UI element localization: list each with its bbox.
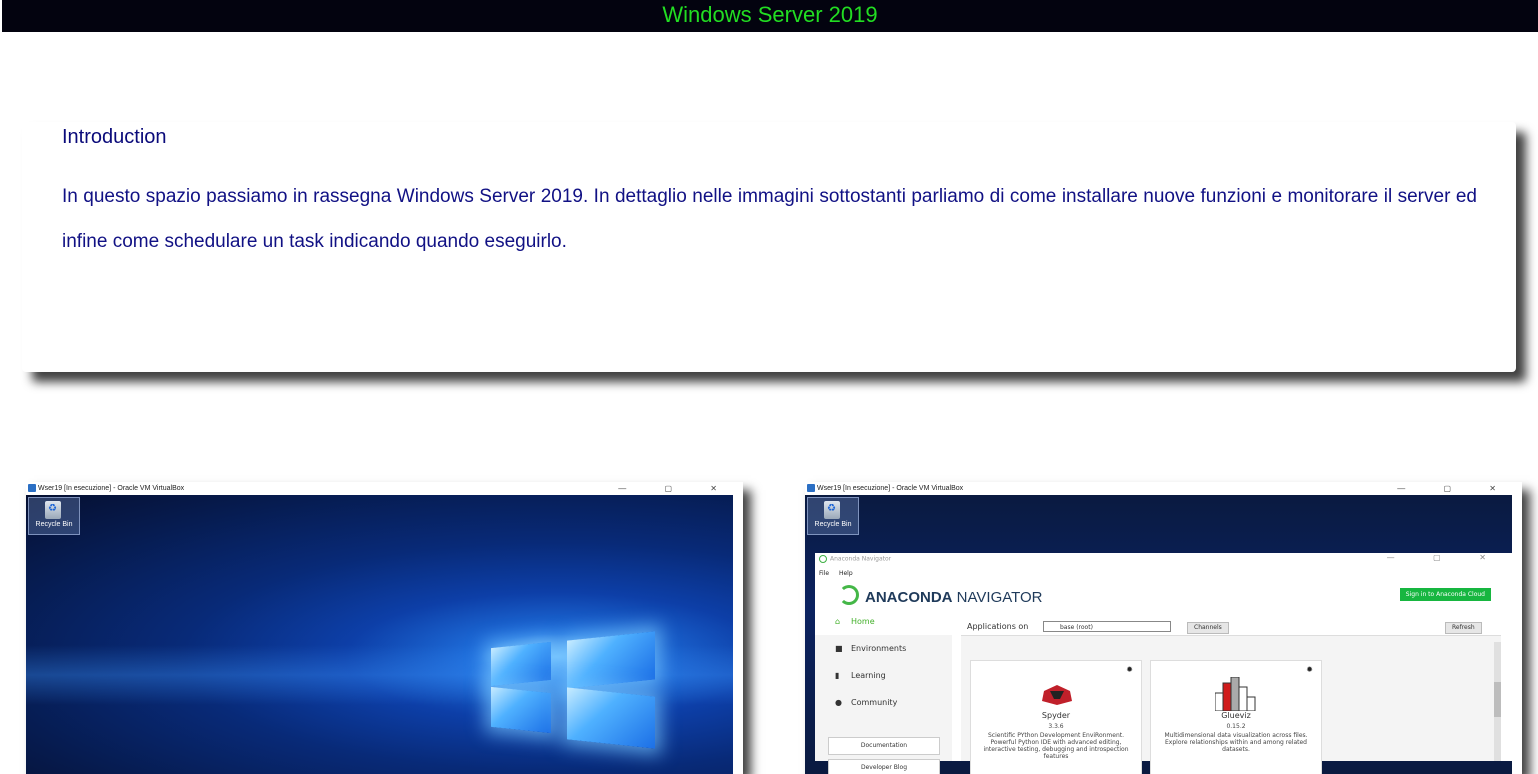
intro-heading: Introduction bbox=[62, 126, 167, 148]
sidebar: ⌂ Home ■ Environments ▮ Learning ● Community… bbox=[815, 609, 952, 774]
vm-titlebar: Wser19 [In esecuzione] - Oracle VM Virtu… bbox=[26, 482, 743, 495]
app-window-controls: — ▢ ✕ bbox=[1386, 553, 1504, 562]
vm-window-title: Wser19 [In esecuzione] - Oracle VM Virtu… bbox=[38, 485, 185, 492]
brand-rest: NAVIGATOR bbox=[956, 589, 1043, 606]
app-title: Anaconda Navigator bbox=[819, 555, 891, 563]
sidebar-item-label: Environments bbox=[851, 644, 907, 653]
window-controls: — ▢ ✕ bbox=[618, 484, 735, 493]
menu-file[interactable]: File bbox=[819, 570, 829, 577]
app-name: Glueviz bbox=[1221, 711, 1251, 720]
sidebar-item-label: Home bbox=[851, 617, 875, 626]
app-version: 3.3.6 bbox=[1048, 723, 1064, 730]
scrollbar-thumb[interactable] bbox=[1494, 682, 1501, 717]
environment-select[interactable]: base (root) bbox=[1043, 621, 1171, 632]
applications-on-label: Applications on bbox=[967, 622, 1029, 631]
recycle-bin-shortcut[interactable]: Recycle Bin bbox=[28, 497, 80, 535]
sidebar-item-community[interactable]: ● Community bbox=[815, 690, 952, 716]
window-controls: — ▢ ✕ bbox=[1397, 484, 1514, 493]
page-title: Windows Server 2019 bbox=[662, 2, 878, 27]
sidebar-item-home[interactable]: ⌂ Home bbox=[815, 609, 952, 635]
developer-blog-button[interactable]: Developer Blog bbox=[828, 759, 940, 774]
applications-panel: Applications on base (root) Channels Ref… bbox=[961, 618, 1501, 774]
gear-icon[interactable]: ✹ bbox=[1306, 665, 1313, 674]
sign-in-button[interactable]: Sign in to Anaconda Cloud bbox=[1399, 588, 1491, 601]
cube-icon: ■ bbox=[835, 644, 843, 653]
home-icon: ⌂ bbox=[835, 617, 841, 626]
spyder-icon bbox=[1042, 685, 1072, 705]
book-icon: ▮ bbox=[835, 671, 840, 680]
people-icon: ● bbox=[835, 698, 842, 707]
recycle-bin-icon bbox=[824, 501, 840, 519]
sidebar-item-label: Community bbox=[851, 698, 898, 707]
app-description: Scientific PYthon Development EnviRonmen… bbox=[983, 732, 1129, 760]
recycle-bin-shortcut[interactable]: Recycle Bin bbox=[807, 497, 859, 535]
virtualbox-icon bbox=[28, 484, 36, 492]
scrollbar[interactable] bbox=[1494, 642, 1501, 761]
anaconda-ring-icon bbox=[839, 585, 859, 605]
sidebar-item-learning[interactable]: ▮ Learning bbox=[815, 663, 952, 689]
gear-icon[interactable]: ✹ bbox=[1126, 665, 1133, 674]
anaconda-navigator-window: Anaconda Navigator — ▢ ✕ File Help ANACO… bbox=[815, 553, 1512, 774]
brand-bold: ANACONDA bbox=[865, 589, 953, 606]
vm-window-title: Wser19 [In esecuzione] - Oracle VM Virtu… bbox=[817, 485, 964, 492]
app-version: 0.15.2 bbox=[1226, 723, 1246, 730]
screenshot-anaconda-navigator[interactable]: Wser19 [In esecuzione] - Oracle VM Virtu… bbox=[805, 482, 1522, 774]
app-tile-glueviz[interactable]: ✹ Glueviz 0.15.2 Multidimensional data v… bbox=[1150, 660, 1322, 774]
applications-bar: Applications on base (root) Channels Ref… bbox=[961, 618, 1501, 636]
recycle-bin-icon bbox=[45, 501, 61, 519]
channels-button[interactable]: Channels bbox=[1187, 622, 1229, 634]
screenshot-windows-desktop[interactable]: Wser19 [In esecuzione] - Oracle VM Virtu… bbox=[26, 482, 743, 774]
virtualbox-icon bbox=[807, 484, 815, 492]
app-description: Multidimensional data visualization acro… bbox=[1164, 732, 1308, 753]
vm-titlebar: Wser19 [In esecuzione] - Oracle VM Virtu… bbox=[805, 482, 1522, 495]
sidebar-item-environments[interactable]: ■ Environments bbox=[815, 636, 952, 662]
glueviz-icon bbox=[1215, 677, 1256, 711]
sidebar-item-label: Learning bbox=[851, 671, 886, 680]
menu-help[interactable]: Help bbox=[839, 570, 853, 577]
anaconda-logo: ANACONDA NAVIGATOR bbox=[839, 585, 1043, 606]
intro-body: In questo spazio passiamo in rassegna Wi… bbox=[62, 186, 1477, 252]
documentation-button[interactable]: Documentation bbox=[828, 737, 940, 755]
refresh-button[interactable]: Refresh bbox=[1445, 622, 1482, 634]
windows-desktop: Recycle Bin bbox=[26, 495, 733, 774]
menu-bar: File Help bbox=[819, 570, 861, 577]
app-tile-spyder[interactable]: ✹ Spyder 3.3.6 Scientific PYthon Develop… bbox=[970, 660, 1142, 774]
page-header: Windows Server 2019 bbox=[2, 0, 1538, 32]
recycle-bin-label: Recycle Bin bbox=[814, 521, 852, 528]
recycle-bin-label: Recycle Bin bbox=[35, 521, 73, 528]
app-name: Spyder bbox=[1041, 711, 1071, 720]
intro-card: Introduction In questo spazio passiamo i… bbox=[22, 122, 1516, 372]
